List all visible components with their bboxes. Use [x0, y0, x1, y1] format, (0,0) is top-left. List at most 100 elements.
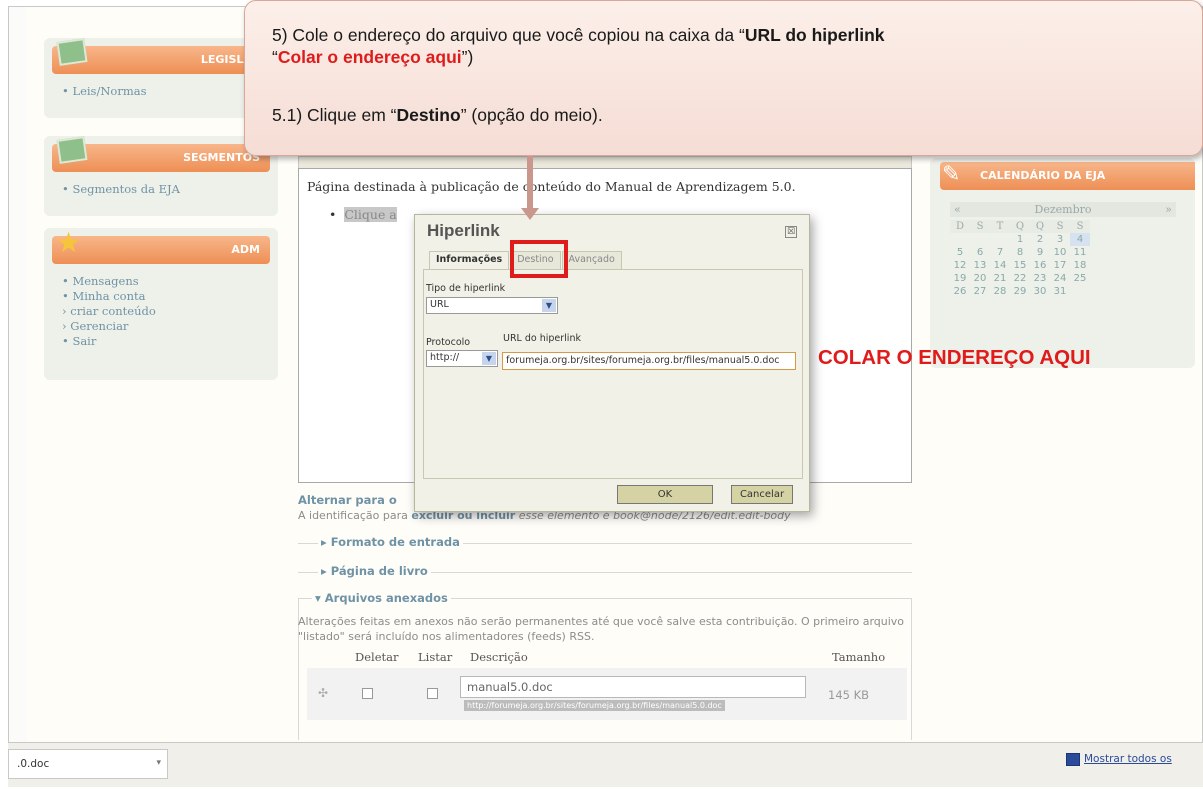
week-row: 5 6 7 8 9 10 11	[950, 246, 1176, 259]
calendar-day[interactable]: 20	[970, 272, 990, 285]
calendar-day[interactable]: 11	[1070, 246, 1090, 259]
next-month-button[interactable]: »	[1165, 202, 1172, 217]
col-header-description: Descrição	[470, 650, 528, 664]
calendar-day[interactable]: 30	[1030, 285, 1050, 298]
calendar-day[interactable]: 3	[1050, 233, 1070, 246]
delete-checkbox[interactable]	[362, 688, 373, 699]
col-header-delete: Deletar	[355, 650, 399, 664]
sidebar-link-minha-conta[interactable]: • Minha conta	[62, 289, 264, 304]
sidebar-block-legislacao: LEGISLAÇ • Leis/Normas	[44, 38, 278, 118]
photo-icon	[56, 38, 88, 66]
ident-prefix: A identificação para	[298, 509, 412, 522]
pencil-icon: ✎	[942, 162, 961, 187]
paste-here-annotation: COLAR O ENDEREÇO AQUI	[818, 346, 1091, 369]
calendar-day[interactable]	[970, 233, 990, 246]
sidebar-link-segmentos-eja[interactable]: • Segmentos da EJA	[62, 182, 264, 197]
calendar-day[interactable]: 19	[950, 272, 970, 285]
tab-avancado[interactable]: Avançado	[561, 251, 622, 269]
calendar-day[interactable]: 2	[1030, 233, 1050, 246]
downloads-icon	[1066, 753, 1080, 766]
tab-informacoes[interactable]: Informações	[429, 251, 510, 269]
protocol-label: Protocolo	[426, 337, 471, 348]
weekday: Q	[1010, 220, 1030, 233]
fieldset-formato-entrada[interactable]: ▸ Formato de entrada	[318, 535, 463, 549]
callout-text: ”)	[461, 47, 474, 67]
calendar-day[interactable]: 8	[1010, 246, 1030, 259]
calendar-day[interactable]	[1070, 285, 1090, 298]
callout-bold: Destino	[396, 105, 461, 125]
weekday: T	[990, 220, 1010, 233]
calendar-day[interactable]: 9	[1030, 246, 1050, 259]
chevron-down-icon: ▼	[542, 299, 556, 312]
download-item[interactable]: .0.doc ▾	[8, 749, 168, 779]
star-icon: ★	[56, 226, 82, 259]
calendar-day[interactable]: 12	[950, 259, 970, 272]
week-row: 12 13 14 15 16 17 18	[950, 259, 1176, 272]
calendar-day[interactable]	[990, 233, 1010, 246]
url-input[interactable]: forumeja.org.br/sites/forumeja.org.br/fi…	[502, 352, 796, 370]
link-type-select[interactable]: URL ▼	[426, 297, 558, 314]
calendar-day[interactable]	[950, 233, 970, 246]
description-input[interactable]: manual5.0.doc	[460, 676, 806, 698]
sidebar-link-gerenciar[interactable]: › Gerenciar	[62, 319, 264, 334]
sidebar-link-leis-normas[interactable]: • Leis/Normas	[62, 84, 264, 99]
url-label: URL do hiperlink	[503, 333, 581, 344]
callout-line-3: 5.1) Clique em “Destino” (opção do meio)…	[272, 105, 603, 126]
calendar-day[interactable]: 6	[970, 246, 990, 259]
link-type-label: Tipo de hiperlink	[426, 283, 506, 294]
calendar-day[interactable]: 21	[990, 272, 1010, 285]
dialog-title: Hiperlink	[427, 221, 500, 240]
weekday: S	[970, 220, 990, 233]
calendar-block: ✎ CALENDÁRIO DA EJA « Dezembro » D S T Q…	[930, 158, 1195, 368]
sidebar-link-mensagens[interactable]: • Mensagens	[62, 274, 264, 289]
selected-text: Clique a	[344, 207, 397, 222]
col-header-size: Tamanho	[832, 650, 886, 664]
calendar-day[interactable]: 17	[1050, 259, 1070, 272]
sidebar-block-segmentos: SEGMENTOS • Segmentos da EJA	[44, 136, 278, 216]
block-header: SEGMENTOS	[52, 136, 270, 172]
calendar-day[interactable]: 25	[1070, 272, 1090, 285]
calendar-day[interactable]: 28	[990, 285, 1010, 298]
editor-toolbar[interactable]	[298, 156, 912, 168]
cancel-button[interactable]: Cancelar	[731, 485, 793, 504]
calendar-day[interactable]: 26	[950, 285, 970, 298]
close-icon[interactable]: ☒	[785, 226, 797, 238]
fieldset-arquivos-anexados[interactable]: ▾ Arquivos anexados	[312, 591, 451, 605]
calendar-day[interactable]: 27	[970, 285, 990, 298]
fieldset-pagina-livro[interactable]: ▸ Página de livro	[318, 564, 431, 578]
drag-handle-icon[interactable]: ✣	[318, 686, 328, 700]
sidebar-link-criar-conteudo[interactable]: › criar conteúdo	[62, 304, 264, 319]
download-filename: .0.doc	[17, 758, 50, 770]
prev-month-button[interactable]: «	[954, 202, 961, 217]
calendar-day[interactable]: 15	[1010, 259, 1030, 272]
calendar-day[interactable]: 5	[950, 246, 970, 259]
calendar-day[interactable]: 14	[990, 259, 1010, 272]
protocol-select[interactable]: http:// ▼	[426, 350, 498, 367]
calendar-day[interactable]: 23	[1030, 272, 1050, 285]
calendar-day[interactable]: 10	[1050, 246, 1070, 259]
calendar-day[interactable]: 7	[990, 246, 1010, 259]
list-checkbox[interactable]	[427, 688, 438, 699]
calendar-day-today[interactable]: 4	[1070, 233, 1090, 246]
toggle-editor-link[interactable]: Alternar para o	[298, 493, 397, 507]
calendar-day[interactable]: 24	[1050, 272, 1070, 285]
calendar-day[interactable]: 29	[1010, 285, 1030, 298]
editor-bullet: • Clique a	[329, 207, 397, 222]
calendar-day[interactable]: 18	[1070, 259, 1090, 272]
callout-text: ” (opção do meio).	[460, 105, 603, 125]
ok-button[interactable]: OK	[617, 485, 713, 504]
calendar-day[interactable]: 22	[1010, 272, 1030, 285]
calendar-day[interactable]: 1	[1010, 233, 1030, 246]
link-type-value: URL	[430, 299, 449, 310]
sidebar-link-sair[interactable]: • Sair	[62, 334, 264, 349]
calendar-day[interactable]: 16	[1030, 259, 1050, 272]
show-all-downloads-link[interactable]: Mostrar todos os	[1084, 753, 1172, 765]
callout-red: Colar o endereço aqui	[277, 47, 462, 67]
editor-body-text: Página destinada à publicação de conteúd…	[307, 179, 796, 194]
callout-line-2: “Colar o endereço aqui”)	[272, 47, 473, 68]
weekday: S	[1050, 220, 1070, 233]
chevron-down-icon[interactable]: ▾	[156, 758, 161, 768]
calendar-day[interactable]: 31	[1050, 285, 1070, 298]
protocol-value: http://	[430, 352, 460, 363]
calendar-day[interactable]: 13	[970, 259, 990, 272]
